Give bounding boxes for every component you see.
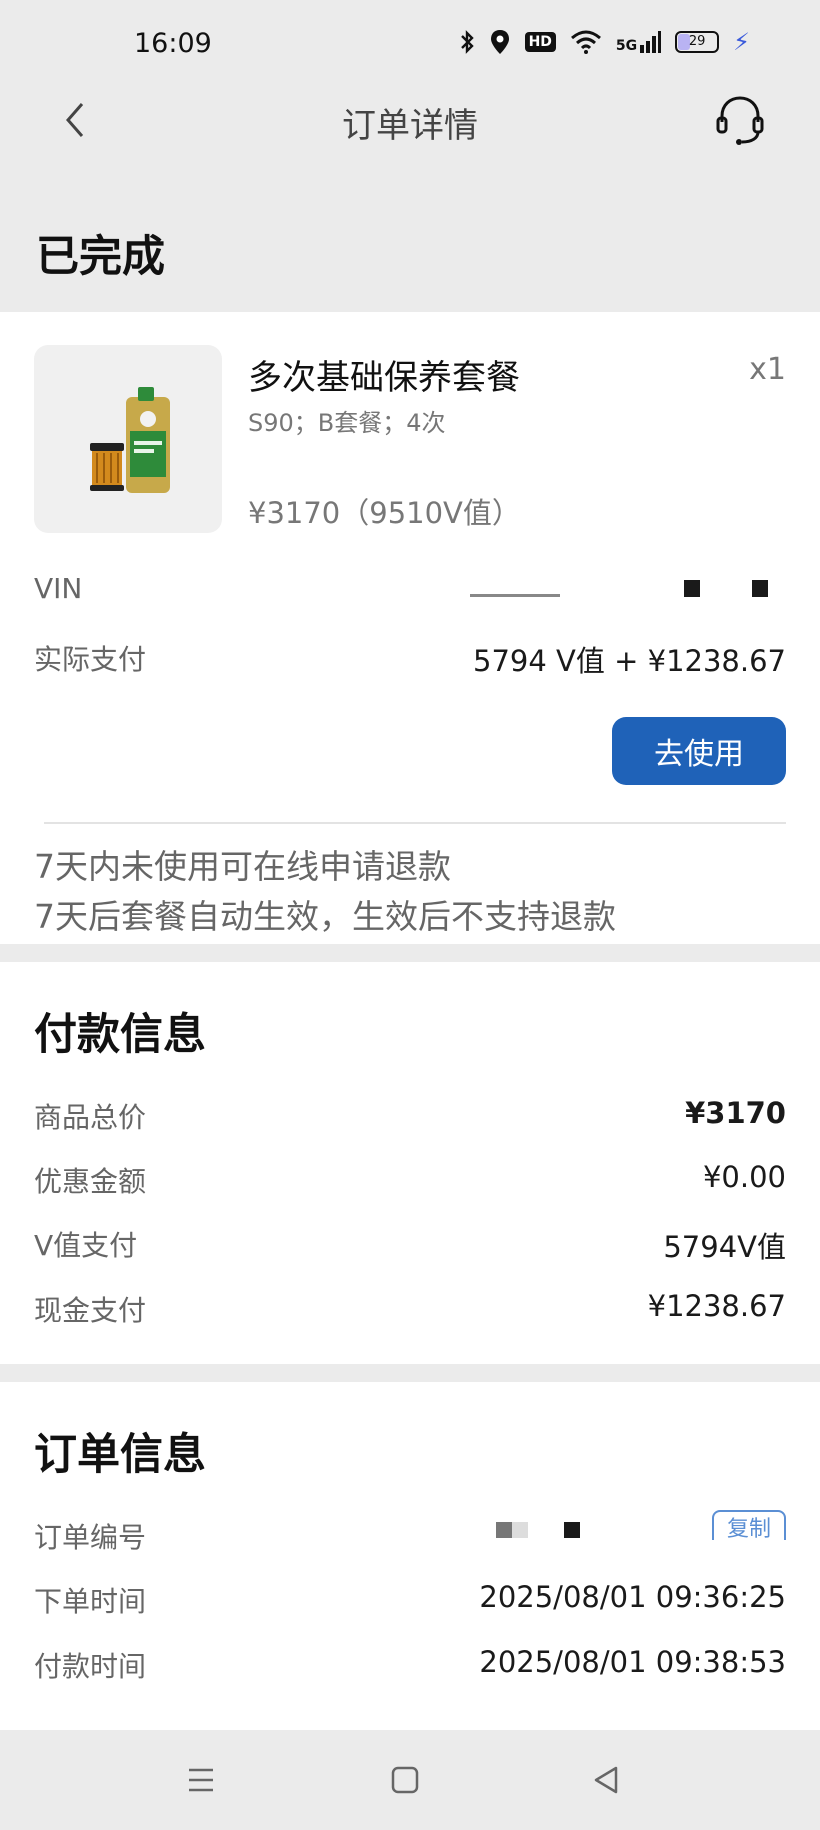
- order-info-title: 订单信息: [34, 1430, 206, 1480]
- order-time-label: 下单时间: [34, 1585, 147, 1618]
- battery-level: 29: [688, 34, 706, 49]
- discount-value: ¥0.00: [702, 1160, 786, 1194]
- order-number-redaction: [564, 1522, 580, 1538]
- 5g-signal-icon: 5G: [615, 31, 662, 54]
- home-icon[interactable]: [385, 1760, 425, 1800]
- pay-time-label: 付款时间: [34, 1650, 147, 1683]
- payment-info-title: 付款信息: [34, 1010, 206, 1060]
- vpoint-pay-value: 5794V值: [663, 1230, 786, 1264]
- vin-redaction: [470, 594, 560, 597]
- vin-redaction-block: [684, 580, 700, 597]
- status-time: 16:09: [134, 28, 212, 59]
- vin-redaction-block: [752, 580, 768, 597]
- actual-pay-value: 5794 V值 + ¥1238.67: [473, 644, 786, 678]
- back-triangle-icon[interactable]: [586, 1760, 626, 1800]
- hd-icon: HD: [524, 32, 556, 52]
- copy-button[interactable]: 复制: [712, 1510, 786, 1540]
- use-button[interactable]: 去使用: [612, 717, 786, 785]
- refund-notice: 7天内未使用可在线申请退款: [34, 847, 451, 886]
- vin-label: VIN: [34, 572, 83, 605]
- 5g-label: 5G: [615, 38, 638, 54]
- battery-icon: 29: [675, 31, 720, 53]
- divider: [44, 822, 786, 824]
- total-price-value: ¥3170: [685, 1096, 786, 1130]
- cash-pay-value: ¥1238.67: [647, 1289, 786, 1323]
- wifi-icon: [570, 30, 601, 54]
- headset-icon[interactable]: [712, 92, 768, 148]
- location-icon: [490, 30, 509, 54]
- bluetooth-icon: [460, 30, 474, 54]
- menu-icon[interactable]: [181, 1760, 221, 1800]
- product-price: ¥3170（9510V值）: [248, 496, 521, 530]
- discount-label: 优惠金额: [34, 1165, 147, 1198]
- actual-pay-label: 实际支付: [34, 643, 147, 676]
- product-quantity: x1: [749, 352, 786, 387]
- product-image[interactable]: [34, 345, 222, 533]
- pay-time-value: 2025/08/01 09:38:53: [479, 1645, 786, 1679]
- product-name: 多次基础保养套餐: [248, 358, 520, 398]
- order-number-redaction: [512, 1522, 528, 1538]
- order-status: 已完成: [36, 232, 165, 282]
- page-title: 订单详情: [342, 106, 478, 146]
- effective-notice: 7天后套餐自动生效，生效后不支持退款: [34, 897, 616, 936]
- total-price-label: 商品总价: [34, 1101, 147, 1134]
- cash-pay-label: 现金支付: [34, 1294, 147, 1327]
- order-number-redaction: [496, 1522, 512, 1538]
- product-spec: S90；B套餐；4次: [248, 409, 446, 437]
- order-time-value: 2025/08/01 09:36:25: [479, 1580, 786, 1614]
- order-number-label: 订单编号: [34, 1521, 147, 1554]
- charging-icon: ⚡: [733, 28, 750, 56]
- vpoint-pay-label: V值支付: [34, 1229, 138, 1262]
- status-icons: HD 5G 29 ⚡: [459, 28, 750, 56]
